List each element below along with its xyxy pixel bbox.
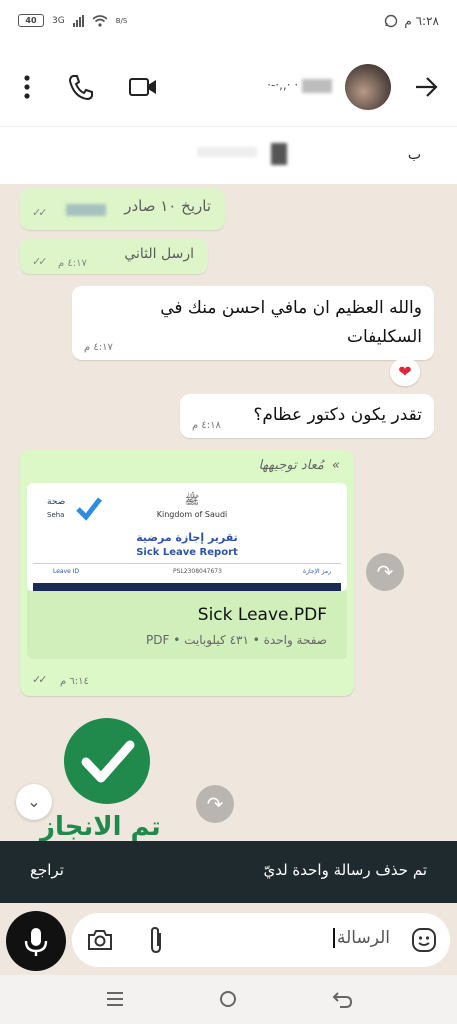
undo-button[interactable]: تراجع	[30, 861, 64, 879]
attach-icon[interactable]	[146, 925, 166, 955]
emoji-sticker-icon[interactable]	[410, 926, 438, 954]
doc-row: Leave ID PSL2308047673 رمز الإجازة	[53, 568, 331, 575]
forwarded-label: » مُعاد توجيهها	[258, 458, 340, 473]
file-meta: صفحة واحدة • ٤٣١ كيلوبايت • PDF	[146, 633, 327, 647]
forwarded-document-message[interactable]: » مُعاد توجيهها صحة Seha ﷺ Kingdom of Sa…	[20, 450, 354, 696]
forward-arrow-icon: ↷	[376, 560, 394, 584]
snackbar-message: تم حذف رسالة واحدة لديّ	[263, 861, 427, 879]
mic-button[interactable]	[6, 911, 66, 971]
share-forward-button[interactable]: ↷	[196, 785, 234, 823]
document-preview[interactable]: صحة Seha ﷺ Kingdom of Saudi تقرير إجازة …	[27, 483, 347, 591]
seha-check-icon	[76, 497, 102, 521]
signal-icon	[72, 14, 84, 27]
heart-reaction[interactable]: ❤	[390, 358, 420, 386]
message-bubble-incoming[interactable]: تقدر يكون دكتور عظام؟ ٤:١٨ م	[180, 394, 434, 438]
voice-call-icon[interactable]	[66, 72, 94, 102]
read-receipt-icon: ✓✓	[32, 673, 48, 686]
pinned-text: ب	[407, 147, 421, 163]
composer-bar: الرسالة	[0, 903, 457, 975]
message-bubble-outgoing[interactable]: تاريخ ١٠ صادر ✓✓	[20, 188, 225, 230]
message-bubble-incoming[interactable]: والله العظيم ان مافي احسن منك في السكليف…	[72, 286, 434, 360]
contact-name[interactable]: ·-·,,· ·	[267, 78, 332, 93]
network-type: 3G	[52, 15, 65, 26]
forward-arrow-icon: ↷	[206, 792, 224, 816]
back-icon[interactable]	[332, 989, 354, 1009]
whatsapp-notification-icon	[385, 14, 398, 28]
document-info[interactable]: Sick Leave.PDF صفحة واحدة • ٤٣١ كيلوبايت…	[27, 591, 347, 659]
pinned-message-bar[interactable]: ب	[0, 126, 457, 184]
home-icon[interactable]	[218, 989, 238, 1009]
battery-icon: 40	[18, 14, 44, 27]
sticker-text: تم الانجاز	[40, 812, 161, 841]
microphone-icon	[24, 928, 48, 956]
data-rate: B/S	[115, 16, 128, 25]
kingdom-emblem: ﷺ Kingdom of Saudi	[156, 493, 228, 519]
wifi-icon	[92, 14, 108, 27]
read-receipt-icon: ✓✓	[32, 255, 48, 268]
share-forward-button[interactable]: ↷	[366, 553, 404, 591]
status-bar: 40 3G B/S ٦:٢٨ م	[0, 0, 457, 48]
status-time: ٦:٢٨ م	[404, 14, 439, 28]
sticker-check-circle[interactable]	[64, 718, 150, 804]
double-chevron-down-icon: ⌄	[27, 792, 41, 811]
back-arrow-icon[interactable]	[413, 72, 439, 102]
message-input[interactable]: الرسالة	[72, 913, 450, 967]
message-placeholder: الرسالة	[332, 928, 390, 948]
contact-avatar[interactable]	[345, 64, 391, 110]
file-name: Sick Leave.PDF	[197, 605, 327, 625]
read-receipt-icon: ✓✓	[32, 206, 48, 219]
checkmark-icon	[81, 740, 135, 783]
scroll-to-bottom-button[interactable]: ⌄	[16, 784, 52, 820]
forward-icon: »	[331, 458, 340, 473]
message-bubble-outgoing[interactable]: ارسل الثاني ٤:١٧ م ✓✓	[20, 238, 208, 274]
camera-icon[interactable]	[86, 927, 114, 953]
seha-logo: صحة Seha	[45, 495, 107, 529]
chat-header: ·-·,,· ·	[0, 48, 457, 126]
system-nav-bar	[0, 975, 457, 1024]
more-options-icon[interactable]	[20, 72, 34, 102]
chat-area[interactable]: تاريخ ١٠ صادر ✓✓ ارسل الثاني ٤:١٧ م ✓✓ و…	[0, 184, 457, 841]
recent-apps-icon[interactable]	[105, 989, 125, 1009]
video-call-icon[interactable]	[128, 72, 158, 102]
snackbar: تم حذف رسالة واحدة لديّ تراجع	[0, 841, 457, 903]
